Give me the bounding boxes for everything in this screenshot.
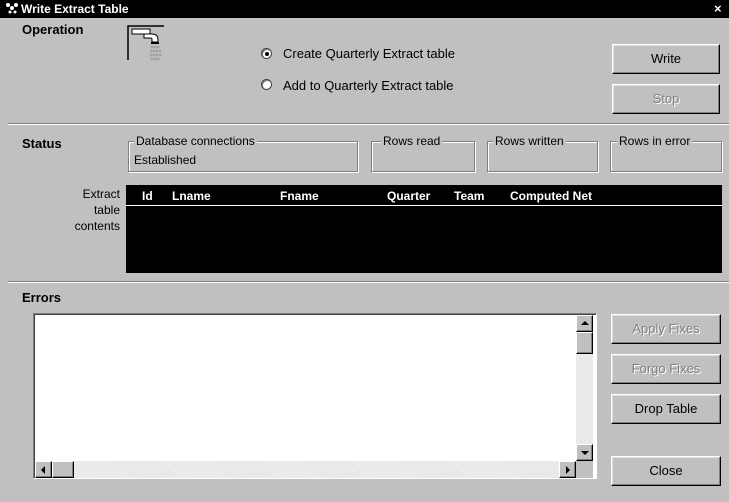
separator (8, 281, 729, 283)
column-header[interactable]: Team (454, 189, 484, 203)
column-header[interactable]: Lname (172, 189, 211, 203)
header-divider (126, 205, 722, 206)
write-button[interactable]: Write (612, 44, 720, 74)
column-header[interactable]: Quarter (387, 189, 430, 203)
app-icon (6, 3, 18, 14)
column-header[interactable]: Id (142, 189, 153, 203)
scrollbar-corner (576, 461, 593, 478)
database-connections-value: Established (134, 153, 197, 167)
scroll-right-button[interactable] (559, 461, 576, 478)
drop-table-button[interactable]: Drop Table (611, 394, 721, 424)
rows-in-error-title: Rows in error (617, 134, 693, 148)
stop-button[interactable]: Stop (612, 84, 720, 114)
rows-written-title: Rows written (493, 134, 566, 148)
errors-textarea[interactable] (33, 313, 597, 479)
database-connections-title: Database connections (134, 134, 257, 148)
rows-read-title: Rows read (381, 134, 443, 148)
left-arrow-icon (41, 466, 45, 474)
radio-add-extract[interactable] (261, 79, 272, 90)
close-window-icon[interactable]: × (714, 0, 722, 17)
scroll-up-button[interactable] (576, 315, 593, 332)
down-arrow-icon (581, 451, 589, 455)
errors-label: Errors (22, 290, 62, 305)
close-button[interactable]: Close (611, 456, 721, 486)
radio-add-extract-label[interactable]: Add to Quarterly Extract table (283, 79, 454, 93)
radio-create-extract-label[interactable]: Create Quarterly Extract table (283, 47, 455, 61)
scroll-left-button[interactable] (35, 461, 52, 478)
column-header[interactable]: Computed Net (510, 189, 592, 203)
window-title: Write Extract Table (21, 2, 129, 16)
faucet-icon (127, 25, 167, 63)
extract-table-label: Extract table contents (74, 187, 120, 233)
horizontal-scrollbar[interactable] (35, 461, 576, 478)
apply-fixes-button[interactable]: Apply Fixes (611, 314, 721, 344)
right-arrow-icon (566, 466, 570, 474)
extract-table[interactable]: Id Lname Fname Quarter Team Computed Net (126, 185, 722, 273)
separator (8, 123, 729, 125)
up-arrow-icon (581, 321, 589, 325)
status-label: Status (22, 136, 62, 151)
radio-create-extract[interactable] (261, 48, 272, 59)
title-bar[interactable]: Write Extract Table × (0, 0, 729, 18)
horizontal-scroll-thumb[interactable] (52, 461, 74, 478)
forgo-fixes-button[interactable]: Forgo Fixes (611, 354, 721, 384)
radio-selected-dot (265, 52, 269, 56)
scroll-down-button[interactable] (576, 444, 593, 461)
vertical-scroll-thumb[interactable] (576, 332, 593, 354)
operation-label: Operation (22, 22, 84, 37)
dialog-window: Write Extract Table × Operation Create Q… (0, 0, 729, 502)
column-header[interactable]: Fname (280, 189, 319, 203)
